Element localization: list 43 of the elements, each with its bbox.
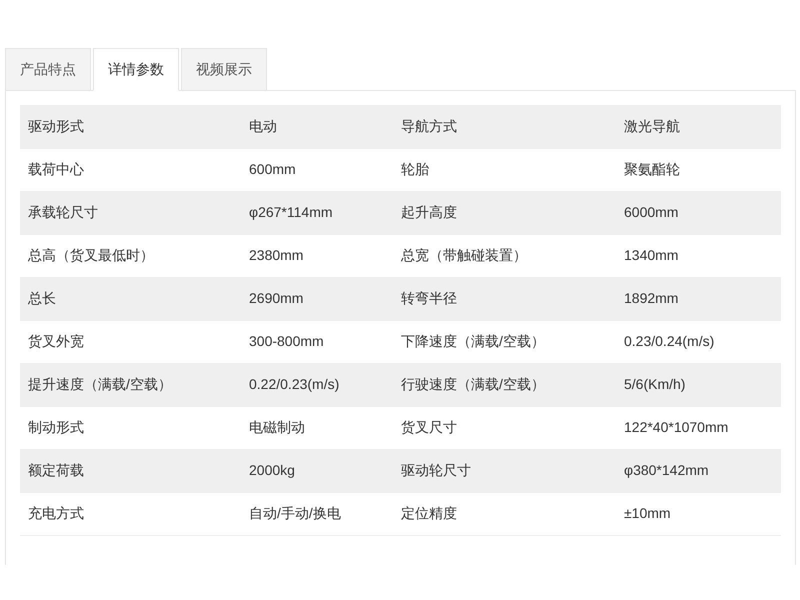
table-cell: 电动 [241, 105, 393, 148]
tab[interactable]: 产品特点 [5, 48, 91, 91]
table-cell: 转弯半径 [393, 277, 616, 320]
table-cell: 轮胎 [393, 148, 616, 191]
table-cell: 1892mm [616, 277, 781, 320]
table-cell: 自动/手动/换电 [241, 492, 393, 535]
tab[interactable]: 视频展示 [181, 48, 267, 91]
table-cell: 承载轮尺寸 [20, 191, 241, 234]
table-cell: 5/6(Km/h) [616, 363, 781, 406]
table-cell: 定位精度 [393, 492, 616, 535]
table-cell: 0.23/0.24(m/s) [616, 320, 781, 363]
table-cell: 导航方式 [393, 105, 616, 148]
table-cell: 驱动轮尺寸 [393, 449, 616, 492]
table-cell: 货叉外宽 [20, 320, 241, 363]
table-cell: 电磁制动 [241, 406, 393, 449]
table-cell: φ267*114mm [241, 191, 393, 234]
table-cell: 总长 [20, 277, 241, 320]
table-cell: 600mm [241, 148, 393, 191]
table-cell: 2000kg [241, 449, 393, 492]
table-cell: φ380*142mm [616, 449, 781, 492]
table-cell: 122*40*1070mm [616, 406, 781, 449]
table-cell: 1340mm [616, 234, 781, 277]
table-cell: 提升速度（满载/空载） [20, 363, 241, 406]
table-cell: 货叉尺寸 [393, 406, 616, 449]
table-cell: 起升高度 [393, 191, 616, 234]
table-cell: 载荷中心 [20, 148, 241, 191]
table-cell: 制动形式 [20, 406, 241, 449]
table-cell: 2690mm [241, 277, 393, 320]
table-cell: 驱动形式 [20, 105, 241, 148]
table-cell: 总宽（带触碰装置） [393, 234, 616, 277]
table-cell: 300-800mm [241, 320, 393, 363]
table-cell: 充电方式 [20, 492, 241, 535]
tab[interactable]: 详情参数 [93, 48, 179, 91]
table-cell: 6000mm [616, 191, 781, 234]
table-cell: 激光导航 [616, 105, 781, 148]
table-cell: 2380mm [241, 234, 393, 277]
table-cell: 聚氨酯轮 [616, 148, 781, 191]
table-cell: ±10mm [616, 492, 781, 535]
table-cell: 额定荷载 [20, 449, 241, 492]
table-cell: 下降速度（满载/空载） [393, 320, 616, 363]
table-cell: 总高（货叉最低时） [20, 234, 241, 277]
table-cell: 0.22/0.23(m/s) [241, 363, 393, 406]
table-cell: 行驶速度（满载/空载） [393, 363, 616, 406]
